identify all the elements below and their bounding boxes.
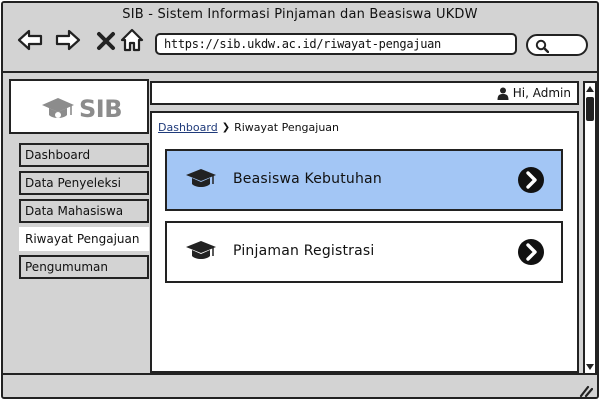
close-icon[interactable]: [93, 27, 115, 53]
home-icon[interactable]: [119, 27, 145, 53]
card-label: Beasiswa Kebutuhan: [233, 171, 382, 187]
user-greeting-text: Hi, Admin: [512, 86, 571, 100]
logo-text: SIB: [79, 95, 123, 123]
scroll-thumb[interactable]: [586, 97, 594, 121]
graduation-cap-logo-icon: [42, 98, 74, 118]
chevron-circle-right-icon[interactable]: [517, 238, 545, 266]
graduation-cap-icon: [186, 169, 216, 187]
search-box[interactable]: [526, 34, 588, 56]
breadcrumb: Dashboard ❯ Riwayat Pengajuan: [158, 121, 339, 134]
forward-arrow-icon[interactable]: [55, 27, 81, 53]
url-bar[interactable]: https://sib.ukdw.ac.id/riwayat-pengajuan: [155, 33, 517, 55]
scroll-down-arrow-icon[interactable]: [585, 362, 595, 372]
sidebar-item-dashboard[interactable]: Dashboard: [19, 143, 149, 167]
page-content: SIB Dashboard Data Penyeleksi Data Mahas…: [3, 73, 597, 375]
user-menu[interactable]: Hi, Admin: [497, 86, 571, 100]
chevron-right-icon: ❯: [221, 122, 231, 133]
sidebar-item-data-mahasiswa[interactable]: Data Mahasiswa: [19, 199, 149, 223]
main-panel: Dashboard ❯ Riwayat Pengajuan Beasiswa K…: [150, 111, 579, 373]
scroll-up-arrow-icon[interactable]: [585, 84, 595, 94]
top-header-bar: Hi, Admin: [150, 81, 579, 105]
user-icon: [497, 87, 509, 100]
logo[interactable]: SIB: [41, 93, 123, 125]
breadcrumb-link-dashboard[interactable]: Dashboard: [158, 121, 218, 134]
search-icon: [535, 39, 549, 53]
sidebar-item-pengumuman[interactable]: Pengumuman: [19, 255, 149, 279]
graduation-cap-icon: [186, 241, 216, 259]
card-pinjaman-registrasi[interactable]: Pinjaman Registrasi: [165, 221, 563, 283]
sidebar: SIB Dashboard Data Penyeleksi Data Mahas…: [9, 79, 149, 369]
back-arrow-icon[interactable]: [17, 27, 43, 53]
sidebar-item-data-penyeleksi[interactable]: Data Penyeleksi: [19, 171, 149, 195]
chevron-circle-right-icon[interactable]: [517, 166, 545, 194]
window-title: SIB - Sistem Informasi Pinjaman dan Beas…: [122, 7, 478, 22]
logo-box: SIB: [9, 79, 149, 134]
sidebar-item-riwayat-pengajuan[interactable]: Riwayat Pengajuan: [19, 227, 149, 251]
browser-titlebar: SIB - Sistem Informasi Pinjaman dan Beas…: [3, 3, 597, 73]
card-label: Pinjaman Registrasi: [233, 243, 375, 259]
breadcrumb-current: Riwayat Pengajuan: [234, 121, 340, 134]
card-beasiswa-kebutuhan[interactable]: Beasiswa Kebutuhan: [165, 149, 563, 211]
status-bar: [3, 373, 597, 397]
resize-grip-icon[interactable]: [575, 383, 593, 397]
browser-window: SIB - Sistem Informasi Pinjaman dan Beas…: [1, 1, 599, 399]
vertical-scrollbar[interactable]: [583, 81, 597, 375]
